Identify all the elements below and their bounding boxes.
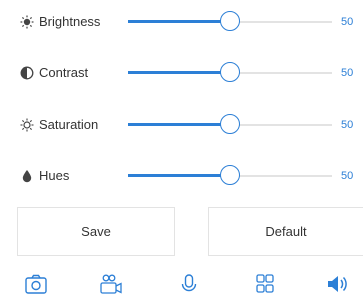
slider-row-saturation: Saturation 50 bbox=[0, 110, 363, 140]
slider-row-contrast: Contrast 50 bbox=[0, 58, 363, 88]
speaker-icon[interactable] bbox=[326, 274, 348, 294]
saturation-label: Saturation bbox=[39, 117, 99, 132]
contrast-value: 50 bbox=[341, 67, 354, 79]
contrast-label: Contrast bbox=[39, 65, 89, 80]
hues-thumb[interactable] bbox=[220, 165, 240, 185]
microphone-icon[interactable] bbox=[178, 274, 200, 294]
brightness-value: 50 bbox=[341, 16, 354, 28]
slider-row-hues: Hues 50 bbox=[0, 161, 363, 191]
bottom-toolbar bbox=[0, 270, 363, 294]
saturation-thumb[interactable] bbox=[220, 114, 240, 134]
save-button[interactable]: Save bbox=[17, 207, 175, 256]
grid-icon[interactable] bbox=[254, 274, 276, 294]
camera-icon[interactable] bbox=[25, 274, 47, 294]
default-button[interactable]: Default bbox=[208, 207, 363, 256]
brightness-fill bbox=[128, 20, 230, 23]
hues-label: Hues bbox=[39, 168, 70, 183]
contrast-fill bbox=[128, 71, 230, 74]
contrast-thumb[interactable] bbox=[220, 62, 240, 82]
brightness-thumb[interactable] bbox=[220, 11, 240, 31]
hues-value: 50 bbox=[341, 170, 354, 182]
droplet-icon bbox=[22, 170, 32, 183]
hues-fill bbox=[128, 174, 230, 177]
sun-icon bbox=[20, 15, 34, 29]
video-call-icon[interactable] bbox=[100, 274, 122, 294]
saturation-fill bbox=[128, 123, 230, 126]
saturation-value: 50 bbox=[341, 119, 354, 131]
saturation-icon bbox=[20, 118, 34, 132]
contrast-icon bbox=[20, 66, 34, 80]
slider-row-brightness: Brightness 50 bbox=[0, 7, 363, 37]
brightness-label: Brightness bbox=[39, 14, 101, 29]
